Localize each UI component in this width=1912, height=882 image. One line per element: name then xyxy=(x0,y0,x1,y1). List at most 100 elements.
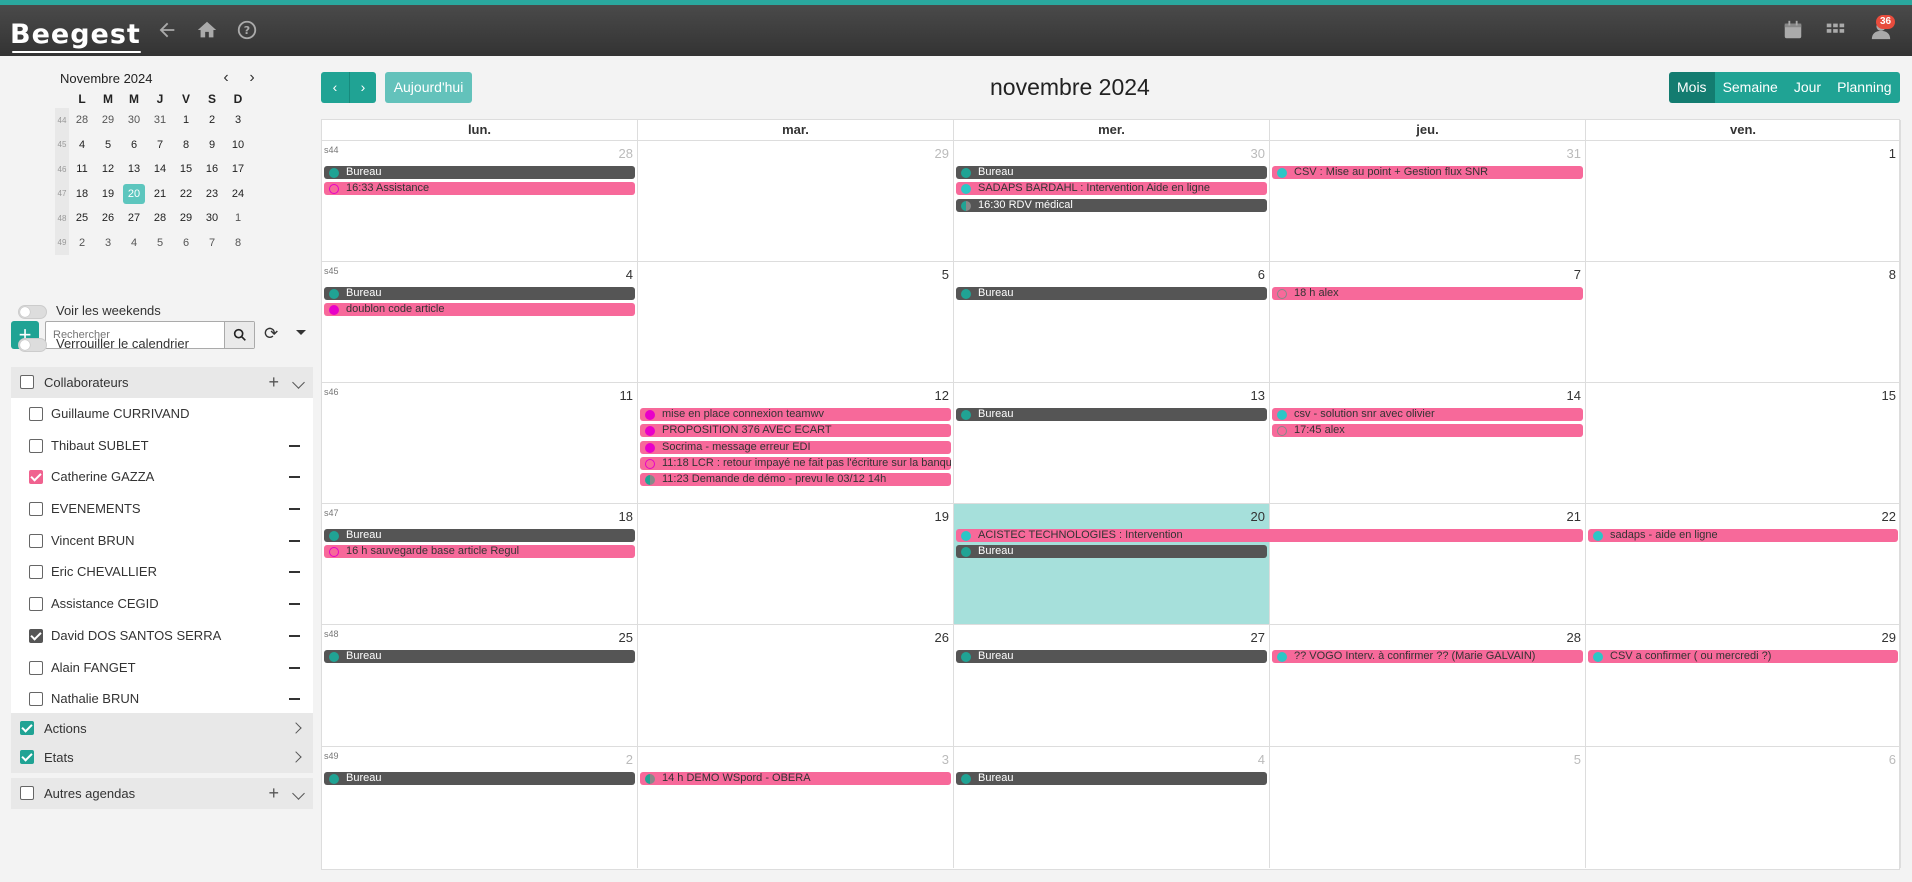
day-cell[interactable]: 20 xyxy=(954,503,1270,624)
today-button[interactable]: Aujourd'hui xyxy=(385,72,472,103)
collaborateur-item[interactable]: Alain FANGET xyxy=(11,652,313,684)
mini-day[interactable]: 4 xyxy=(69,133,95,158)
day-cell[interactable]: 11 s46 xyxy=(322,382,638,503)
day-number[interactable]: 3 xyxy=(942,752,949,767)
day-number[interactable]: 6 xyxy=(1258,267,1265,282)
day-cell[interactable]: 4 xyxy=(954,746,1270,868)
day-cell[interactable]: 21 xyxy=(1270,503,1586,624)
remove-collaborateur-icon[interactable] xyxy=(289,444,300,447)
day-number[interactable]: 22 xyxy=(1882,509,1896,524)
mini-prev-month-button[interactable]: ‹ xyxy=(217,69,235,87)
chevron-right-icon[interactable] xyxy=(290,751,302,763)
home-icon[interactable] xyxy=(194,19,220,45)
help-icon[interactable]: ? xyxy=(234,19,260,45)
mini-day[interactable]: 30 xyxy=(199,206,225,231)
collaborateur-checkbox[interactable] xyxy=(29,692,43,707)
calendar-event[interactable]: doublon code article xyxy=(324,303,635,317)
calendar-event[interactable]: csv - solution snr avec olivier xyxy=(1272,408,1583,421)
mini-day[interactable]: 19 xyxy=(95,182,121,207)
day-number[interactable]: 2 xyxy=(626,752,633,767)
mini-day[interactable]: 30 xyxy=(121,108,147,133)
day-cell[interactable]: 2 s49 xyxy=(322,746,638,868)
calendar-event[interactable]: Bureau xyxy=(956,650,1267,663)
day-number[interactable]: 14 xyxy=(1567,388,1581,403)
day-cell[interactable]: 8 xyxy=(1586,261,1901,382)
collaborateur-checkbox[interactable] xyxy=(29,407,43,421)
day-cell[interactable]: 28 xyxy=(1270,624,1586,746)
day-cell[interactable]: 14 xyxy=(1270,382,1586,503)
day-number[interactable]: 15 xyxy=(1882,388,1896,403)
mini-day[interactable]: 9 xyxy=(199,133,225,158)
day-cell[interactable]: 18 s47 xyxy=(322,503,638,624)
calendar-event[interactable]: 16:30 RDV médical xyxy=(956,198,1267,212)
remove-collaborateur-icon[interactable] xyxy=(289,634,300,637)
calendar-event[interactable]: 11:23 Demande de démo - prevu le 03/12 1… xyxy=(640,473,951,487)
day-number[interactable]: 11 xyxy=(620,388,634,403)
collaborateur-checkbox[interactable] xyxy=(29,438,43,453)
view-jour-button[interactable]: Jour xyxy=(1785,72,1830,103)
calendar-event[interactable]: 11:18 LCR : retour impayé ne fait pas l'… xyxy=(640,456,951,470)
mini-day[interactable]: 22 xyxy=(173,182,199,207)
day-cell[interactable]: 3 xyxy=(638,746,954,868)
day-number[interactable]: 28 xyxy=(619,146,633,161)
etats-checkbox[interactable] xyxy=(20,750,34,764)
calendar-event[interactable]: Bureau xyxy=(324,166,635,179)
refresh-icon[interactable]: ⟳ xyxy=(264,324,278,344)
calendar-event[interactable]: sadaps - aide en ligne xyxy=(1588,529,1898,542)
day-number[interactable]: 7 xyxy=(1574,267,1581,282)
mini-day[interactable]: 18 xyxy=(69,182,95,207)
calendar-event[interactable]: 17:45 alex xyxy=(1272,424,1583,438)
mini-day[interactable]: 13 xyxy=(121,157,147,182)
day-cell[interactable]: 27 xyxy=(954,624,1270,746)
collaborateur-checkbox[interactable] xyxy=(29,660,43,675)
mini-day[interactable]: 28 xyxy=(147,206,173,231)
day-cell[interactable]: 5 xyxy=(1270,746,1586,868)
day-cell[interactable]: 15 xyxy=(1586,382,1901,503)
day-cell[interactable]: 1 xyxy=(1586,140,1901,261)
actions-checkbox[interactable] xyxy=(20,721,34,735)
mini-day[interactable]: 29 xyxy=(173,206,199,231)
view-mois-button[interactable]: Mois xyxy=(1669,72,1715,103)
day-number[interactable]: 1 xyxy=(1889,146,1896,161)
chevron-right-icon[interactable] xyxy=(290,722,302,734)
day-number[interactable]: 29 xyxy=(935,146,949,161)
day-cell[interactable]: 6 xyxy=(1586,746,1901,868)
collaborateur-item[interactable]: David DOS SANTOS SERRA xyxy=(11,620,313,652)
day-cell[interactable]: 22 xyxy=(1586,503,1901,624)
collaborateurs-header[interactable]: Collaborateurs + xyxy=(11,367,313,398)
calendar-event[interactable]: Bureau xyxy=(324,650,635,663)
remove-collaborateur-icon[interactable] xyxy=(289,698,300,701)
day-cell[interactable]: 7 xyxy=(1270,261,1586,382)
mini-day[interactable]: 7 xyxy=(199,231,225,256)
mini-day[interactable]: 10 xyxy=(225,133,251,158)
collaborateurs-checkbox[interactable] xyxy=(20,375,34,389)
day-number[interactable]: 29 xyxy=(1882,630,1896,645)
mini-day[interactable]: 16 xyxy=(199,157,225,182)
day-number[interactable]: 13 xyxy=(1251,388,1265,403)
day-number[interactable]: 18 xyxy=(619,509,633,524)
collaborateur-item[interactable]: EVENEMENTS xyxy=(11,493,313,525)
calendar-event[interactable]: Bureau xyxy=(324,287,635,300)
day-number[interactable]: 5 xyxy=(1574,752,1581,767)
day-number[interactable]: 26 xyxy=(935,630,949,645)
view-semaine-button[interactable]: Semaine xyxy=(1714,72,1786,103)
day-number[interactable]: 31 xyxy=(1567,146,1581,161)
mini-day[interactable]: 28 xyxy=(69,108,95,133)
collaborateur-checkbox[interactable] xyxy=(29,597,43,612)
calendar-event[interactable]: 16:33 Assistance xyxy=(324,182,635,196)
calendar-event[interactable]: PROPOSITION 376 AVEC ECART xyxy=(640,424,951,438)
prev-month-button[interactable]: ‹ xyxy=(321,72,349,103)
day-cell[interactable]: 28 s44 xyxy=(322,140,638,261)
calendar-event[interactable]: Bureau xyxy=(956,166,1267,179)
collaborateur-checkbox[interactable] xyxy=(29,565,43,580)
mini-day[interactable]: 23 xyxy=(199,182,225,207)
mini-day-today[interactable]: 20 xyxy=(121,182,147,207)
collaborateur-checkbox[interactable] xyxy=(29,628,43,643)
day-number[interactable]: 21 xyxy=(1567,509,1581,524)
remove-collaborateur-icon[interactable] xyxy=(289,476,300,479)
calendar-event[interactable]: Bureau xyxy=(324,529,635,542)
day-number[interactable]: 30 xyxy=(1251,146,1265,161)
day-cell[interactable]: 19 xyxy=(638,503,954,624)
mini-next-month-button[interactable]: › xyxy=(243,69,261,87)
collaborateur-item[interactable]: Eric CHEVALLIER xyxy=(11,556,313,588)
